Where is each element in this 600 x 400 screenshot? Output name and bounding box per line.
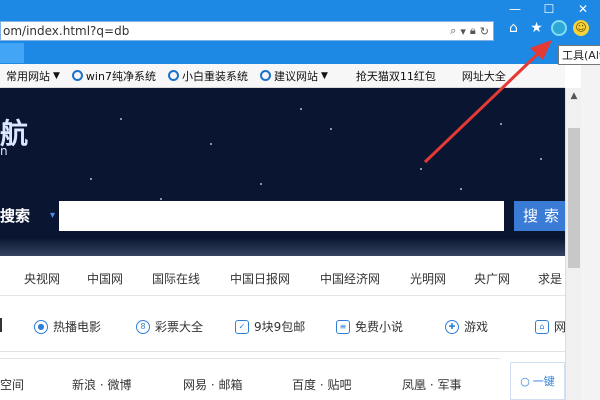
ie-icon — [259, 70, 271, 81]
favorites-bar: 常用网站 ▼ win7纯净系统 小白重装系统 建议网站 ▼ 抢天猫双11红包 网… — [0, 64, 565, 88]
lottery-icon: 8 — [136, 319, 150, 334]
news-link[interactable]: 中国日报网 — [230, 270, 290, 287]
house-icon: ⌂ — [535, 319, 549, 334]
address-bar[interactable]: om/index.html?q=db ⌕ ▾ 🔒︎ ↻ — [0, 21, 494, 41]
vertical-scrollbar[interactable]: ▲ — [565, 88, 581, 400]
favorite-item[interactable]: 抢天猫双11红包 — [350, 68, 442, 84]
category-item[interactable]: ≡ 免费小说 — [336, 318, 403, 335]
chevron-down-icon[interactable]: ▾ — [460, 25, 466, 38]
address-url[interactable]: om/index.html?q=db — [1, 24, 450, 38]
chevron-down-icon[interactable]: ▾ — [50, 210, 55, 221]
tools-tooltip: 工具(Alt — [558, 45, 600, 65]
hero-logo-small: n — [0, 144, 8, 158]
chevron-down-icon: ▼ — [53, 70, 60, 81]
news-links-row: 央视网 中国网 国际在线 中国日报网 中国经济网 光明网 央广网 求是 — [0, 258, 565, 296]
search-icon[interactable]: ⌕ — [450, 24, 456, 38]
news-link[interactable]: 央视网 — [24, 270, 60, 287]
favorite-label: 建议网站 — [273, 69, 318, 83]
film-icon: ● — [34, 319, 48, 334]
window-controls: — ☐ ✕ — [498, 0, 600, 18]
site-link[interactable]: 新浪 · 微博 — [72, 376, 131, 393]
refresh-icon[interactable]: ↻ — [480, 25, 489, 38]
search-label[interactable]: 搜索 — [0, 201, 30, 231]
gamepad-icon: ✚ — [445, 319, 459, 334]
category-label: 热播电影 — [53, 320, 102, 334]
category-label: 免费小说 — [355, 320, 404, 334]
category-label: 游戏 — [464, 320, 489, 334]
maximize-button[interactable]: ☐ — [532, 0, 566, 18]
lock-icon[interactable]: 🔒︎ — [470, 24, 476, 38]
site-list: 空间 新浪 · 微博 网易 · 邮箱 百度 · 贴吧 凤凰 · 军事 — [0, 358, 500, 400]
site-link[interactable]: 网易 · 邮箱 — [183, 376, 242, 393]
star-icon[interactable]: ★ — [528, 19, 545, 36]
one-click-label: 一键 — [532, 375, 555, 388]
scroll-up-icon[interactable]: ▲ — [566, 88, 582, 104]
scroll-thumb[interactable] — [568, 128, 580, 268]
favorite-label: 常用网站 — [6, 69, 50, 83]
favorite-label: 小白重装系统 — [181, 69, 248, 83]
browser-chrome: — ☐ ✕ om/index.html?q=db ⌕ ▾ 🔒︎ ↻ ⌂ ★ ☺ — [0, 0, 600, 64]
news-link[interactable]: 国际在线 — [152, 270, 200, 287]
news-link[interactable]: 中国经济网 — [320, 270, 380, 287]
gear-icon[interactable] — [551, 19, 567, 36]
cloud-decoration — [0, 238, 565, 256]
category-label: 彩票大全 — [155, 320, 204, 334]
favorite-label: win7纯净系统 — [85, 69, 156, 83]
favorite-item[interactable]: 网址大全 — [456, 68, 512, 84]
favorite-item[interactable]: 小白重装系统 — [162, 68, 254, 84]
category-item[interactable]: ⌂ 网 — [535, 318, 566, 335]
favorite-item[interactable]: 常用网站 ▼ — [0, 68, 66, 84]
cropped-marker — [0, 318, 2, 332]
category-item[interactable]: ✓ 9块9包邮 — [235, 318, 305, 335]
search-icon: ○ — [520, 374, 530, 388]
favorite-item[interactable]: 建议网站 ▼ — [254, 68, 334, 84]
favorite-label: 网址大全 — [461, 69, 506, 83]
news-link[interactable]: 光明网 — [410, 270, 446, 287]
browser-tab[interactable] — [0, 43, 24, 63]
news-link[interactable]: 央广网 — [474, 270, 510, 287]
smile-icon[interactable]: ☺ — [573, 19, 589, 36]
shopping-icon: ✓ — [235, 319, 249, 334]
news-link[interactable]: 求是 — [538, 270, 562, 287]
category-item[interactable]: ✚ 游戏 — [445, 318, 488, 335]
site-link[interactable]: 百度 · 贴吧 — [292, 376, 351, 393]
search-input[interactable] — [59, 201, 504, 231]
ie-icon — [167, 70, 179, 81]
one-click-button[interactable]: ○ 一键 — [510, 362, 565, 400]
toolbar-icons: ⌂ ★ ☺ — [505, 19, 589, 36]
category-row: ● 热播电影 8 彩票大全 ✓ 9块9包邮 ≡ 免费小说 ✚ 游戏 ⌂ 网 — [0, 296, 566, 352]
address-tools: ⌕ ▾ 🔒︎ ↻ — [450, 24, 493, 38]
search-row: 搜索 ▾ 搜索 — [0, 201, 574, 231]
close-button[interactable]: ✕ — [566, 0, 600, 18]
site-link[interactable]: 凤凰 · 军事 — [402, 376, 461, 393]
favorite-label: 抢天猫双11红包 — [355, 69, 436, 83]
category-item[interactable]: ● 热播电影 — [34, 318, 101, 335]
home-icon[interactable]: ⌂ — [505, 19, 522, 36]
site-link[interactable]: 空间 — [0, 376, 24, 393]
right-panel-strip — [581, 64, 600, 400]
chevron-down-icon: ▼ — [320, 70, 328, 81]
category-label: 9块9包邮 — [254, 320, 306, 334]
favorite-item[interactable]: win7纯净系统 — [66, 68, 162, 84]
news-link[interactable]: 中国网 — [87, 270, 123, 287]
book-icon: ≡ — [336, 319, 350, 334]
minimize-button[interactable]: — — [498, 0, 532, 18]
category-item[interactable]: 8 彩票大全 — [136, 318, 203, 335]
ie-icon — [71, 70, 83, 81]
